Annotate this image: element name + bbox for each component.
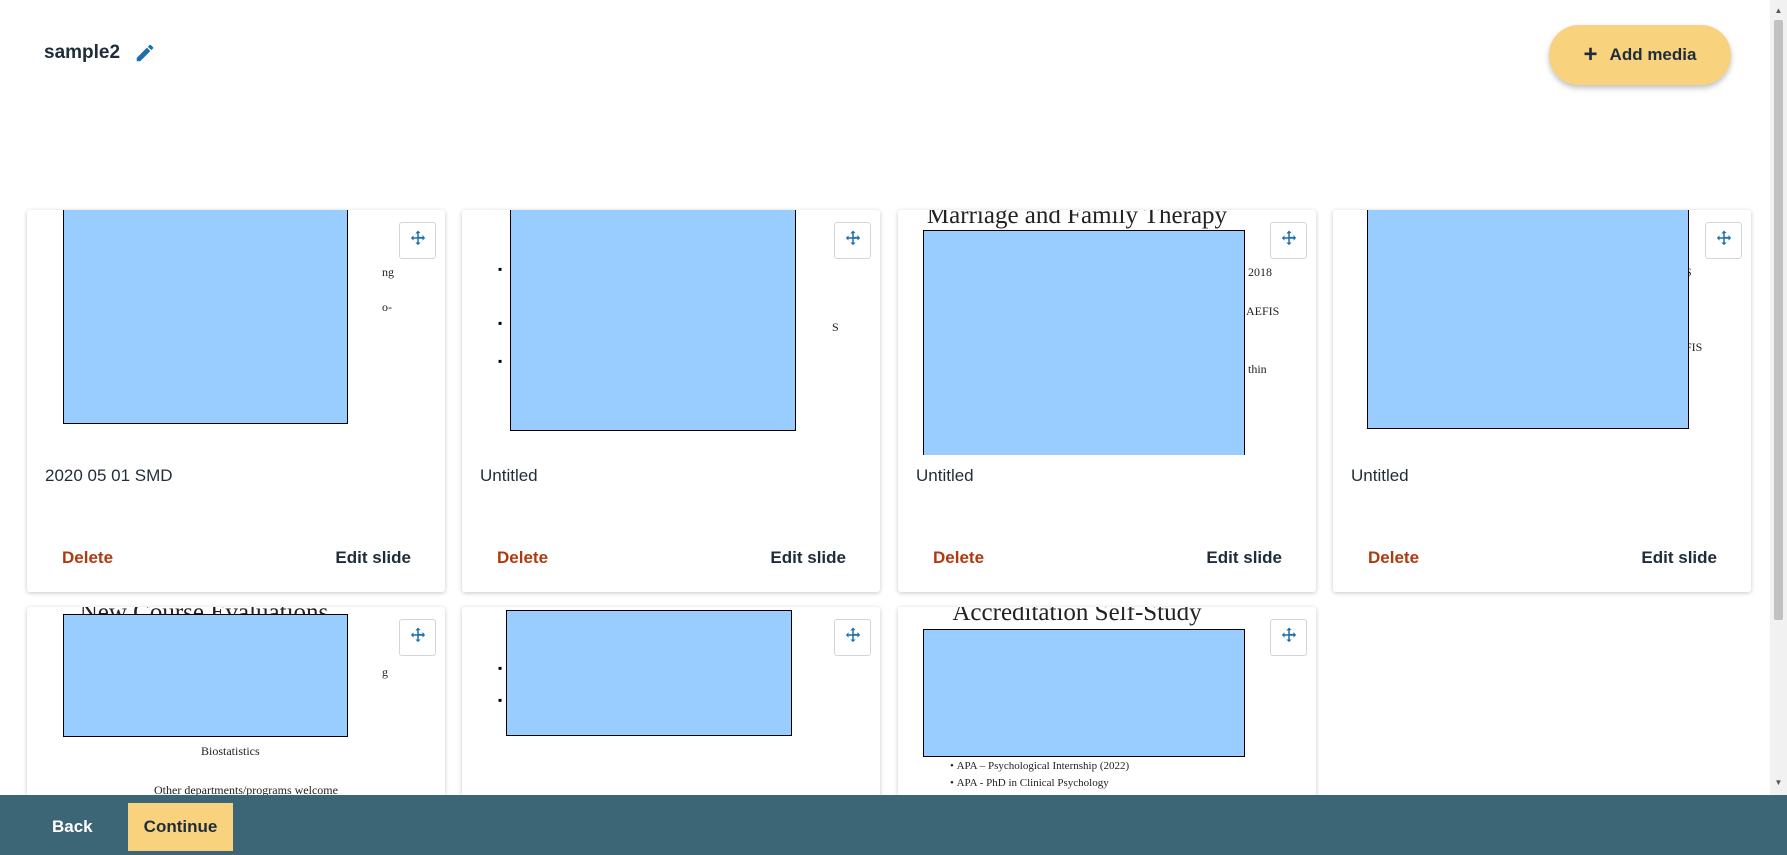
slide-editor-page: sample2 + Add media al ng o- 2020 05 01 … [0, 0, 1787, 855]
thumb-bullet: ▪ [498, 316, 503, 330]
plus-icon: + [1583, 41, 1598, 68]
scroll-down-arrow-icon[interactable]: ▼ [1774, 778, 1783, 788]
redacted-region [1367, 210, 1689, 429]
thumb-bullet: ▪ [498, 693, 503, 707]
scroll-up-arrow-icon[interactable]: ▲ [1774, 6, 1783, 16]
redacted-region [63, 210, 348, 424]
move-arrows-icon [1280, 229, 1298, 252]
thumb-text: • APA – Psychological Internship (2022) [950, 760, 1130, 772]
thumb-bullet: ▪ [498, 262, 503, 276]
slide-card: al ng o- 2020 05 01 SMD Delete Edit slid… [27, 210, 445, 592]
move-button[interactable] [399, 619, 436, 656]
move-arrows-icon [844, 229, 862, 252]
slide-name: Untitled [1351, 466, 1409, 485]
move-arrows-icon [1280, 626, 1298, 649]
add-media-button[interactable]: + Add media [1549, 25, 1731, 85]
slide-card: Marriage and Family Therapy 2018 AEFIS t… [898, 210, 1316, 592]
slide-thumbnail[interactable]: ▪ ▪ ▪ S [462, 210, 880, 455]
edit-slide-button[interactable]: Edit slide [1641, 548, 1717, 568]
delete-button[interactable]: Delete [497, 548, 548, 568]
redacted-region [510, 210, 796, 431]
scroll-thumb[interactable] [1774, 20, 1783, 620]
vertical-scrollbar[interactable]: ▲ ▼ [1770, 0, 1787, 795]
slide-card: S FIS Untitled Delete Edit slide [1333, 210, 1751, 592]
redacted-region [506, 610, 792, 736]
move-button[interactable] [1270, 619, 1307, 656]
slide-name: Untitled [480, 466, 538, 485]
pencil-icon[interactable] [134, 42, 156, 64]
footer-bar: Back Continue [0, 795, 1787, 855]
redacted-region [923, 230, 1245, 455]
slide-name: 2020 05 01 SMD [45, 466, 173, 485]
thumb-text-line: APA - PhD in Clinical Psychology [956, 777, 1109, 789]
redacted-region [923, 629, 1245, 757]
presentation-title: sample2 [44, 42, 121, 63]
thumb-text: 2018 [1248, 265, 1272, 279]
edit-slide-button[interactable]: Edit slide [335, 548, 411, 568]
slide-thumbnail[interactable]: Accreditation Self-Study • APA – Psychol… [898, 607, 1316, 797]
thumb-text: thin [1248, 362, 1267, 376]
thumb-text: • APA - PhD in Clinical Psychology [950, 777, 1109, 789]
move-arrows-icon [409, 626, 427, 649]
thumb-heading: Accreditation Self-Study [952, 607, 1202, 626]
edit-slide-button[interactable]: Edit slide [1206, 548, 1282, 568]
redacted-region [63, 614, 348, 737]
slide-card: ▪ ▪ ▪ S Untitled Delete Edit slide [462, 210, 880, 592]
edit-slide-button[interactable]: Edit slide [770, 548, 846, 568]
move-button[interactable] [1705, 222, 1742, 259]
header: sample2 + Add media [0, 0, 1770, 110]
slide-thumbnail[interactable]: al ng o- [27, 210, 445, 455]
move-arrows-icon [844, 626, 862, 649]
thumb-text: o- [382, 300, 392, 314]
thumb-text: Biostatistics [201, 744, 260, 758]
delete-button[interactable]: Delete [1368, 548, 1419, 568]
thumb-bullet: ▪ [498, 354, 503, 368]
move-arrows-icon [1715, 229, 1733, 252]
delete-button[interactable]: Delete [62, 548, 113, 568]
back-button[interactable]: Back [38, 805, 107, 849]
thumb-heading: Marriage and Family Therapy [926, 210, 1228, 229]
slide-card: ▪ ▪ [462, 607, 880, 797]
slide-card: New Course Evaluations g Biostatistics O… [27, 607, 445, 797]
move-arrows-icon [409, 229, 427, 252]
slide-thumbnail[interactable]: Marriage and Family Therapy 2018 AEFIS t… [898, 210, 1316, 455]
slide-thumbnail[interactable]: ▪ ▪ [462, 607, 880, 797]
thumb-text: ng [382, 265, 394, 279]
move-button[interactable] [1270, 222, 1307, 259]
thumb-text-line: APA – Psychological Internship (2022) [956, 760, 1130, 772]
title-area: sample2 [44, 42, 156, 64]
thumb-text: S [832, 320, 839, 334]
delete-button[interactable]: Delete [933, 548, 984, 568]
thumb-text: AEFIS [1246, 304, 1280, 318]
slide-thumbnail[interactable]: S FIS [1333, 210, 1751, 455]
slide-card: Accreditation Self-Study • APA – Psychol… [898, 607, 1316, 797]
move-button[interactable] [834, 222, 871, 259]
move-button[interactable] [834, 619, 871, 656]
thumb-text: g [382, 665, 388, 679]
slide-thumbnail[interactable]: New Course Evaluations g Biostatistics O… [27, 607, 445, 797]
add-media-label: Add media [1609, 45, 1697, 64]
slide-name: Untitled [916, 466, 974, 485]
continue-button[interactable]: Continue [128, 803, 233, 851]
move-button[interactable] [399, 222, 436, 259]
thumb-bullet: ▪ [498, 661, 503, 675]
